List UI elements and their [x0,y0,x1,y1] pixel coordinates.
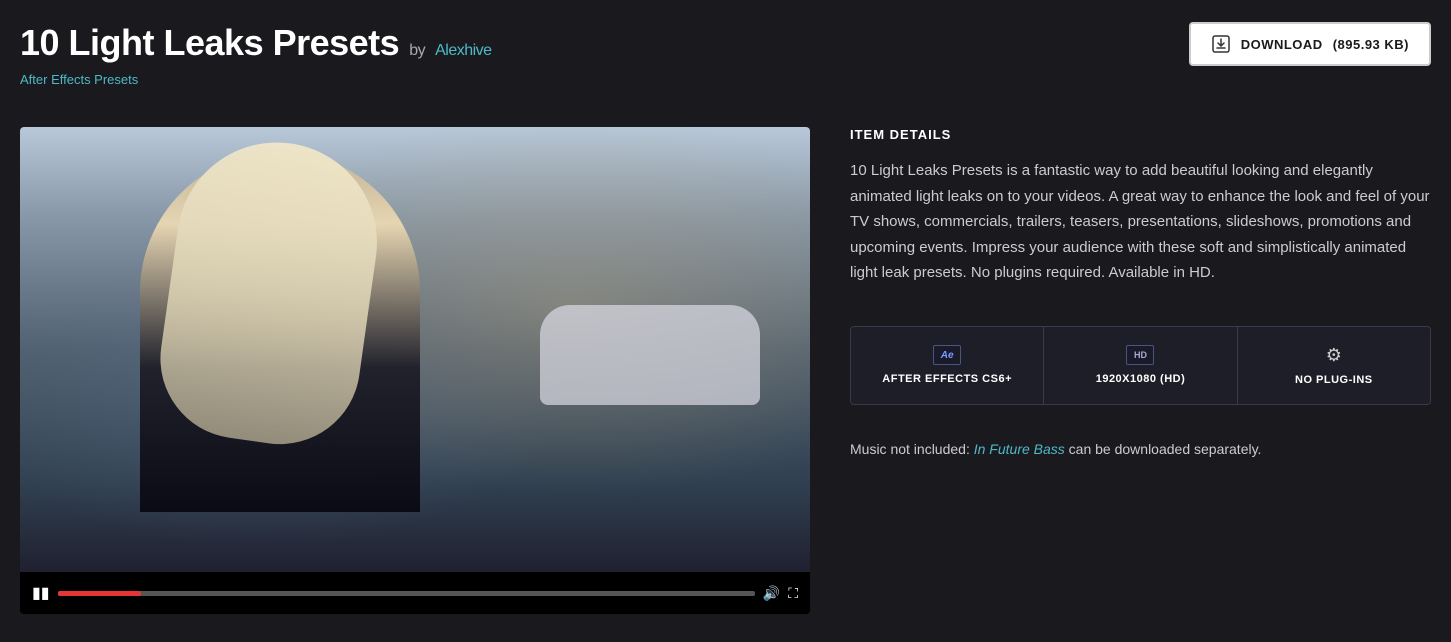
title-section: 10 Light Leaks Presets by Alexhive After… [20,22,492,87]
item-details-label: ITEM DETAILS [850,127,1431,142]
page-title: 10 Light Leaks Presets by Alexhive [20,22,492,64]
video-preview [20,127,810,572]
spec-label-hd: 1920X1080 (HD) [1096,373,1186,385]
spec-box-hd: HD 1920X1080 (HD) [1044,327,1237,404]
title-text: 10 Light Leaks Presets [20,22,399,64]
video-player: ▮▮ 🔊 ⛶ [20,127,810,614]
spec-box-plugins: ⚙ NO PLUG-INS [1238,327,1430,404]
download-button[interactable]: DOWNLOAD (895.93 KB) [1189,22,1431,66]
right-panel: ITEM DETAILS 10 Light Leaks Presets is a… [850,127,1431,614]
pause-button[interactable]: ▮▮ [32,583,50,603]
author-link[interactable]: Alexhive [435,42,491,60]
download-icon [1211,34,1231,54]
music-link[interactable]: In Future Bass [974,441,1065,457]
video-controls: ▮▮ 🔊 ⛶ [20,572,810,614]
by-label: by [409,42,425,60]
video-car-element [540,305,760,405]
volume-icon[interactable]: 🔊 [763,585,780,602]
hd-icon: HD [1126,345,1154,365]
spec-box-ae: Ae AFTER EFFECTS CS6+ [851,327,1044,404]
progress-fill [58,591,142,596]
content-area: ▮▮ 🔊 ⛶ ITEM DETAILS 10 Light Leaks Prese… [0,97,1451,634]
item-description: 10 Light Leaks Presets is a fantastic wa… [850,158,1431,286]
gear-icon: ⚙ [1326,345,1342,366]
breadcrumb[interactable]: After Effects Presets [20,72,492,87]
fullscreen-icon[interactable]: ⛶ [788,585,798,602]
music-prefix: Music not included: [850,441,970,457]
ae-icon: Ae [933,345,961,365]
spec-label-plugins: NO PLUG-INS [1295,374,1373,386]
spec-boxes: Ae AFTER EFFECTS CS6+ HD 1920X1080 (HD) … [850,326,1431,405]
download-label: DOWNLOAD [1241,37,1323,52]
header: 10 Light Leaks Presets by Alexhive After… [0,0,1451,97]
spec-label-ae: AFTER EFFECTS CS6+ [882,373,1012,385]
music-note: Music not included: In Future Bass can b… [850,441,1431,457]
download-size: (895.93 KB) [1333,37,1409,52]
progress-bar[interactable] [58,591,755,596]
music-suffix: can be downloaded separately. [1069,441,1262,457]
